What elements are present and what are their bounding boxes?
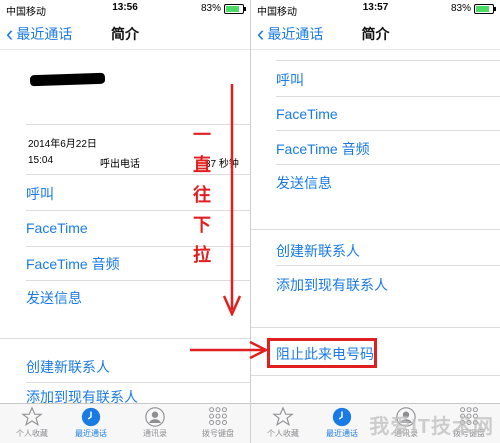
status-bar: 中国移动 13:57 83% — [251, 0, 500, 18]
contacts-icon — [126, 406, 184, 428]
redacted-number — [29, 72, 106, 87]
star-icon — [254, 406, 312, 428]
tab-bar: 个人收藏 最近通话 通讯录 拨号键盘 — [0, 403, 250, 443]
facetime-action[interactable]: FaceTime — [276, 106, 338, 122]
annotation-char: 下 — [193, 215, 211, 235]
add-to-contact-action[interactable]: 添加到现有联系人 — [276, 275, 388, 295]
tab-label: 最近通话 — [326, 429, 358, 438]
annotation-char: 直 — [193, 155, 211, 175]
tab-label: 最近通话 — [75, 429, 107, 438]
create-contact-action[interactable]: 创建新联系人 — [26, 357, 110, 377]
tab-keypad[interactable]: 拨号键盘 — [189, 406, 247, 439]
call-type: 呼出电话 — [100, 159, 140, 170]
battery-icon — [224, 3, 246, 14]
clock-icon — [62, 406, 120, 428]
tab-favorites[interactable]: 个人收藏 — [254, 406, 312, 439]
nav-bar: ‹ 最近通话 简介 — [0, 17, 250, 49]
facetime-audio-action[interactable]: FaceTime 音频 — [276, 139, 370, 159]
battery-percent: 83% — [200, 3, 221, 14]
keypad-icon — [189, 406, 247, 428]
annotation-char: 拉 — [193, 245, 211, 265]
call-date: 2014年6月22日 — [28, 139, 97, 150]
send-message-action[interactable]: 发送信息 — [26, 288, 82, 308]
page-title: 简介 — [111, 26, 139, 42]
clock-icon — [313, 406, 371, 428]
tab-label: 拨号键盘 — [202, 429, 234, 438]
facetime-action[interactable]: FaceTime — [26, 220, 88, 236]
create-contact-action[interactable]: 创建新联系人 — [276, 241, 360, 261]
battery-icon — [474, 3, 496, 14]
annotation-char: 往 — [193, 185, 211, 205]
battery-percent: 83% — [450, 3, 471, 14]
tab-recents[interactable]: 最近通话 — [313, 406, 371, 439]
tab-contacts[interactable]: 通讯录 — [126, 406, 184, 439]
tab-recents[interactable]: 最近通话 — [62, 406, 120, 439]
right-screen: 中国移动 13:57 83% ‹ 最近通话 简介 呼叫 FaceTime Fac… — [251, 0, 500, 443]
facetime-audio-action[interactable]: FaceTime 音频 — [26, 254, 120, 274]
watermark: 我爱IT技术网 — [369, 416, 494, 438]
tab-label: 个人收藏 — [16, 429, 48, 438]
tab-label: 个人收藏 — [267, 429, 299, 438]
pointer-arrow-icon — [190, 340, 268, 360]
call-action[interactable]: 呼叫 — [26, 184, 54, 204]
call-action[interactable]: 呼叫 — [276, 70, 304, 90]
send-message-action[interactable]: 发送信息 — [276, 173, 332, 193]
tab-favorites[interactable]: 个人收藏 — [3, 406, 61, 439]
nav-bar: ‹ 最近通话 简介 — [251, 17, 500, 49]
highlight-box — [267, 338, 377, 368]
annotation-scroll-down: 一 直 往 下 拉 — [190, 120, 214, 270]
page-title: 简介 — [361, 26, 390, 42]
call-time: 15:04 — [28, 155, 54, 166]
star-icon — [3, 406, 61, 428]
annotation-char: 一 — [193, 125, 211, 145]
status-bar: 中国移动 13:56 83% — [0, 0, 250, 18]
tab-label: 通讯录 — [143, 429, 167, 438]
scroll-down-arrow-icon — [222, 84, 242, 316]
